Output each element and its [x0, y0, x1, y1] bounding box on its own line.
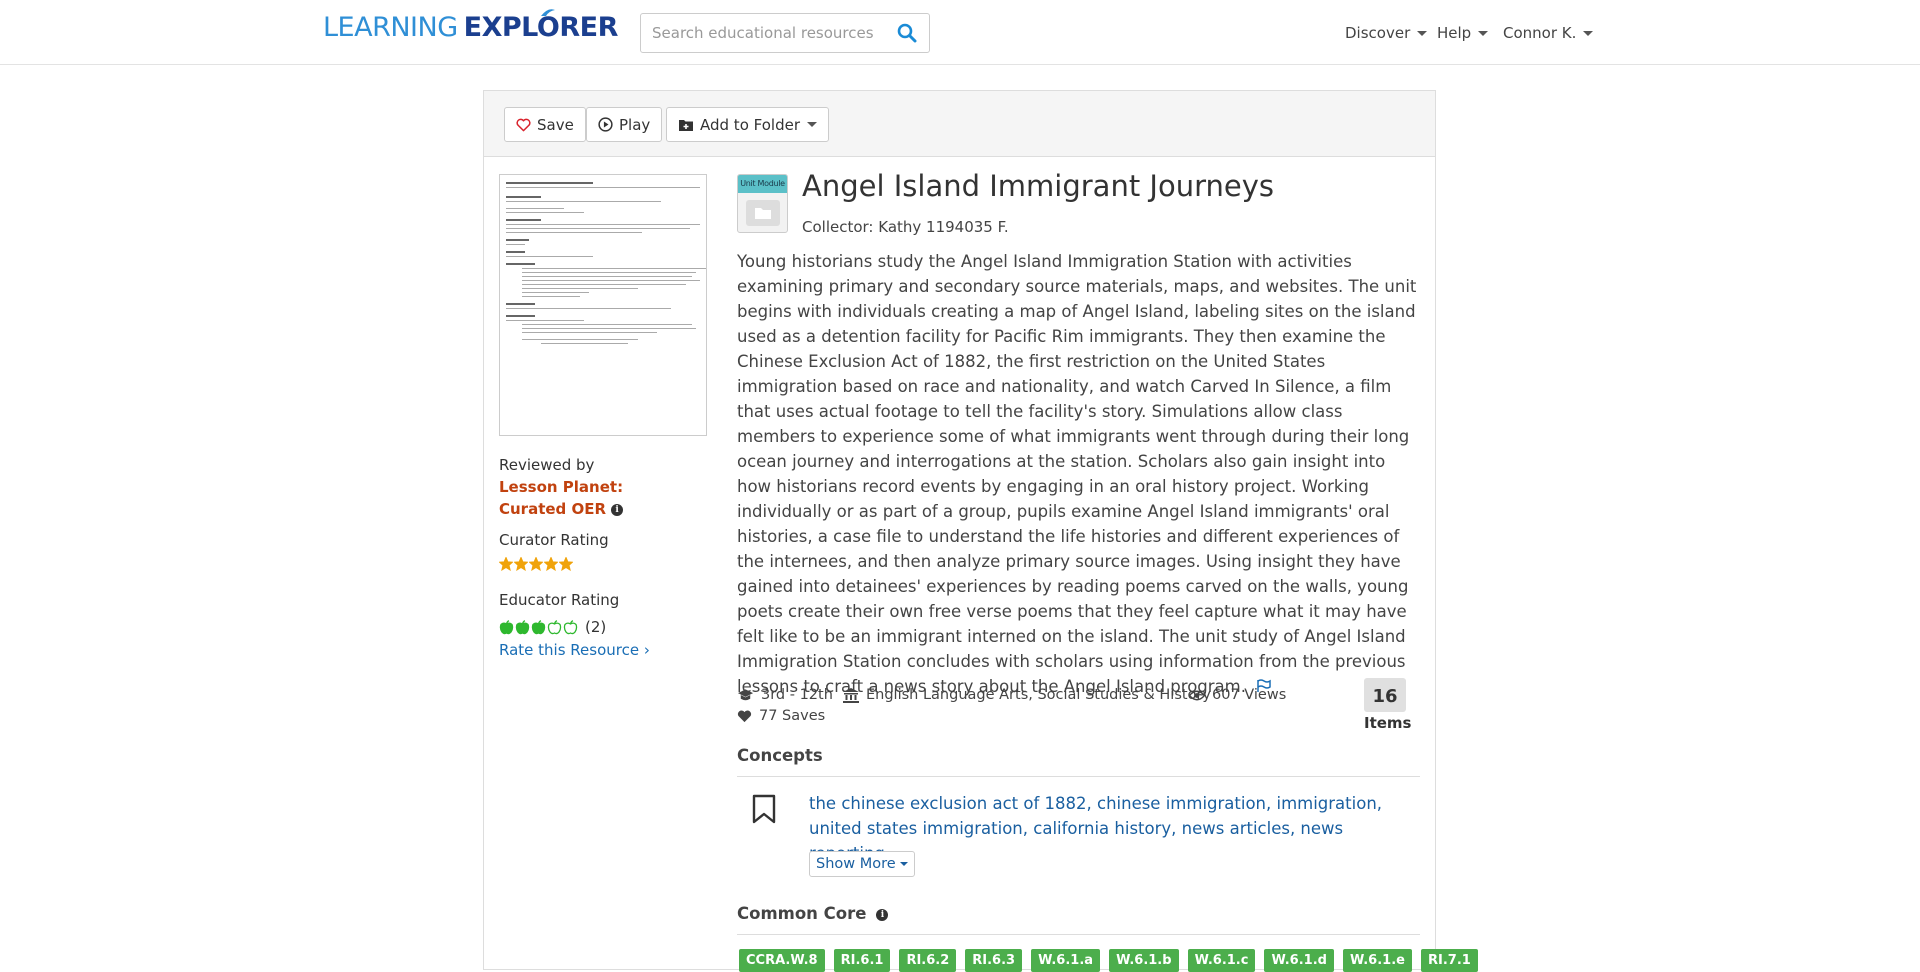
- common-core-tag[interactable]: W.6.1.c: [1187, 949, 1256, 972]
- learning-explorer-logo[interactable]: LEARNING EXPLORER: [323, 8, 618, 48]
- common-core-tag[interactable]: W.6.1.e: [1342, 949, 1412, 972]
- logo-bird-icon: [540, 9, 555, 16]
- items-count: 16: [1364, 678, 1406, 712]
- grade-level-text: 3rd - 12th: [761, 687, 833, 703]
- search-box: [640, 13, 930, 53]
- common-core-tag[interactable]: CCRA.W.8: [739, 949, 825, 972]
- rate-resource-text: Rate this Resource: [499, 641, 640, 659]
- apple-icon: [547, 619, 562, 634]
- subjects: English Language Arts, Social Studies & …: [843, 687, 1211, 703]
- top-header: LEARNING EXPLORER Discover Help Connor K…: [0, 0, 1920, 65]
- concepts-heading: Concepts: [737, 746, 823, 765]
- resource-title: Angel Island Immigrant Journeys: [802, 169, 1275, 203]
- common-core-tag[interactable]: W.6.1.b: [1109, 949, 1179, 972]
- common-core-title: Common Core: [737, 904, 867, 923]
- view-count-text: 607 Views: [1212, 687, 1287, 703]
- folder-icon: [746, 200, 780, 226]
- add-to-folder-button[interactable]: Add to Folder: [666, 107, 829, 142]
- graduation-cap-icon: [737, 689, 754, 701]
- show-more-label: Show More: [816, 856, 896, 872]
- common-core-tags: CCRA.W.8 RI.6.1 RI.6.2 RI.6.3 W.6.1.a W.6.1.b…: [739, 949, 1478, 972]
- resource-toolbar: Save Play Add to Folder: [484, 91, 1435, 157]
- reviewed-by-label: Reviewed by: [499, 456, 595, 474]
- chevron-down-icon: [899, 862, 908, 866]
- resource-thumbnail[interactable]: [499, 174, 707, 436]
- educator-rating-apples: (2): [499, 618, 606, 636]
- nav-user-label: Connor K.: [1503, 24, 1577, 42]
- folder-plus-icon: [679, 119, 693, 131]
- chevron-down-icon: [807, 122, 817, 127]
- common-core-tag[interactable]: W.6.1.a: [1031, 949, 1101, 972]
- nav-discover-label: Discover: [1345, 24, 1411, 42]
- chevron-down-icon: [1417, 30, 1428, 36]
- star-icon: [499, 557, 513, 571]
- rate-resource-link[interactable]: Rate this Resource ›: [499, 641, 650, 659]
- grade-level: 3rd - 12th: [737, 687, 833, 703]
- apple-icon: [515, 619, 530, 634]
- search-input[interactable]: [642, 15, 878, 51]
- reviewer-name-line1: Lesson Planet:: [499, 478, 624, 496]
- chevron-right-icon: ›: [643, 641, 650, 659]
- play-label: Play: [619, 115, 651, 134]
- items-label: Items: [1364, 714, 1412, 732]
- star-icon: [529, 557, 543, 571]
- play-button[interactable]: Play: [586, 107, 663, 142]
- institution-icon: [843, 687, 859, 703]
- nav-discover[interactable]: Discover: [1345, 22, 1428, 44]
- common-core-tag[interactable]: RI.6.1: [833, 949, 891, 972]
- view-count: 607 Views: [1189, 687, 1286, 703]
- star-icon: [544, 557, 558, 571]
- search-icon: [897, 23, 917, 43]
- show-more-button[interactable]: Show More: [809, 851, 915, 877]
- save-label: Save: [537, 115, 574, 134]
- apple-icon: [531, 619, 546, 634]
- eye-icon: [1189, 690, 1205, 700]
- educator-rating-label: Educator Rating: [499, 591, 620, 609]
- educator-rating-count: (2): [585, 618, 607, 636]
- common-core-tag[interactable]: RI.6.3: [965, 949, 1023, 972]
- chevron-down-icon: [1583, 30, 1594, 36]
- common-core-divider: [737, 934, 1420, 935]
- description-text: Young historians study the Angel Island …: [737, 252, 1417, 696]
- nav-user-menu[interactable]: Connor K.: [1503, 22, 1594, 44]
- resource-description: Young historians study the Angel Island …: [737, 249, 1422, 700]
- save-count: 77 Saves: [737, 708, 825, 724]
- info-icon[interactable]: i: [876, 908, 889, 921]
- heart-outline-icon: [516, 118, 531, 131]
- bookmark-icon: [752, 794, 776, 824]
- apple-icon: [499, 619, 514, 634]
- star-icon: [559, 557, 573, 571]
- logo-learning-text: LEARNING: [323, 12, 458, 43]
- reviewer-name-line2: Curated OER i: [499, 498, 624, 520]
- resource-panel: Save Play Add to Folder Reviewed by Less…: [483, 90, 1478, 972]
- concepts-divider: [737, 776, 1420, 777]
- save-count-text: 77 Saves: [759, 708, 826, 724]
- star-icon: [514, 557, 528, 571]
- common-core-heading: Common Core i: [737, 904, 889, 923]
- reviewer-name-text: Curated OER: [499, 500, 607, 518]
- save-button[interactable]: Save: [504, 107, 586, 142]
- collector-line: Collector: Kathy 1194035 F.: [802, 218, 1009, 236]
- logo-explorer-text: EXPLORER: [464, 8, 618, 48]
- reviewed-by-block: Reviewed by Lesson Planet: Curated OER i: [499, 454, 623, 520]
- add-to-folder-label: Add to Folder: [700, 115, 800, 134]
- curator-rating-stars: [499, 557, 573, 571]
- chevron-down-icon: [1478, 30, 1489, 36]
- resource-type-label: Unit Module: [738, 175, 787, 193]
- nav-help-label: Help: [1437, 24, 1472, 42]
- info-icon[interactable]: i: [611, 503, 624, 516]
- common-core-tag[interactable]: RI.6.2: [899, 949, 957, 972]
- heart-icon: [737, 709, 752, 722]
- apple-icons: [499, 619, 578, 635]
- common-core-tag[interactable]: W.6.1.d: [1264, 949, 1334, 972]
- resource-type-badge: Unit Module: [737, 174, 788, 233]
- subjects-text: English Language Arts, Social Studies & …: [866, 687, 1211, 703]
- common-core-tag[interactable]: RI.7.1: [1420, 949, 1478, 972]
- nav-help[interactable]: Help: [1437, 22, 1489, 44]
- play-circle-icon: [598, 117, 613, 132]
- apple-icon: [563, 619, 578, 634]
- curator-rating-label: Curator Rating: [499, 531, 609, 549]
- search-button[interactable]: [885, 14, 929, 52]
